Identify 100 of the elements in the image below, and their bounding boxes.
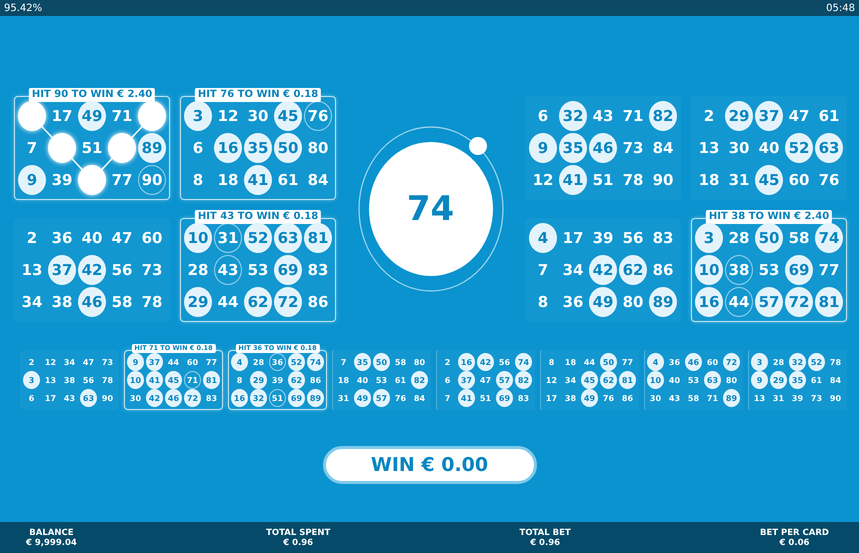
card-number: 43 [668, 392, 682, 404]
card-number: 78 [100, 374, 114, 386]
card-number: 58 [788, 228, 810, 249]
card-number: 60 [788, 170, 810, 191]
daubed-number: 9 [751, 371, 768, 389]
card-number: 73 [622, 138, 644, 159]
card-number: 61 [276, 170, 300, 191]
card-number: 51 [592, 170, 614, 191]
card-number: 2 [26, 228, 38, 249]
stat-value: € 9,999.04 [26, 538, 77, 548]
daubed-number: 72 [785, 287, 813, 317]
card-number: 86 [620, 392, 634, 404]
daubed-number: 50 [600, 353, 617, 371]
card-number: 40 [668, 374, 682, 386]
card-number: 7 [340, 356, 348, 368]
card-number: 78 [140, 292, 164, 313]
card-number: 39 [592, 228, 614, 249]
needed-number: 31 [214, 223, 242, 253]
card-number: 30 [648, 392, 662, 404]
card-number: 34 [564, 374, 578, 386]
daubed-number: 45 [581, 371, 598, 389]
daubed-number: 63 [274, 223, 302, 253]
card-number: 18 [698, 170, 720, 191]
card-number: 31 [772, 392, 786, 404]
card-number: 34 [562, 260, 584, 281]
card-number: 44 [216, 292, 240, 313]
card-number: 28 [728, 228, 750, 249]
card-number: 38 [564, 392, 578, 404]
daubed-number: 49 [78, 101, 106, 131]
daubed-number: 16 [214, 133, 242, 163]
card-number: 8 [236, 374, 244, 386]
card-number: 28 [772, 356, 786, 368]
daubed-number: 9 [529, 133, 557, 163]
card-number: 17 [544, 392, 558, 404]
daubed-number: 52 [808, 353, 825, 371]
needed-number: 71 [184, 371, 201, 389]
stat-label: TOTAL SPENT [266, 528, 330, 538]
card-number: 28 [186, 260, 210, 281]
daubed-number: 69 [785, 255, 813, 285]
daubed-number: 81 [304, 223, 332, 253]
daubed-number: 41 [146, 371, 163, 389]
daubed-number: 45 [274, 101, 302, 131]
card-number: 76 [394, 392, 408, 404]
card-number: 53 [686, 374, 700, 386]
daubed-number: 41 [244, 165, 272, 195]
stat-value: € 0.06 [780, 538, 810, 548]
card-number: 39 [50, 170, 74, 191]
called-ball: 74 [368, 142, 492, 276]
daubed-number: 9 [127, 353, 144, 371]
card-number: 77 [818, 260, 840, 281]
card-number: 78 [622, 170, 644, 191]
win-button[interactable]: WIN € 0.00 [322, 446, 536, 484]
daubed-number: 62 [288, 371, 305, 389]
card-number: 84 [652, 138, 674, 159]
daubed-number: 45 [165, 371, 182, 389]
card-number: 73 [810, 392, 824, 404]
card-number: 84 [306, 170, 330, 191]
card-number: 71 [706, 392, 720, 404]
card-number: 56 [82, 374, 96, 386]
card-number: 84 [828, 374, 842, 386]
daubed-number: 42 [477, 353, 494, 371]
daubed-number: 89 [307, 389, 324, 407]
card-number: 86 [308, 374, 322, 386]
daubed-number: 62 [619, 255, 647, 285]
needed-number: 36 [269, 353, 286, 371]
daubed-number: 16 [231, 389, 248, 407]
daubed-number: 57 [755, 287, 783, 317]
card-number: 58 [110, 292, 134, 313]
daubed-number: 49 [589, 287, 617, 317]
card-number: 7 [536, 260, 550, 281]
daubed-number: 29 [770, 371, 787, 389]
card-number: 40 [356, 374, 370, 386]
daubed-number: 72 [274, 287, 302, 317]
daubed-number: 49 [354, 389, 371, 407]
card-number: 12 [44, 356, 58, 368]
card-number: 12 [216, 106, 240, 127]
daubed-number: 81 [619, 371, 636, 389]
daubed-number: 10 [647, 371, 664, 389]
daubed-number: 46 [78, 287, 106, 317]
daubed-number: 42 [589, 255, 617, 285]
card-number: 47 [110, 228, 134, 249]
card-number: 61 [818, 106, 840, 127]
daubed-number: 37 [48, 255, 76, 285]
card-number: 2 [702, 106, 716, 127]
card-number: 31 [728, 170, 750, 191]
card-number: 43 [592, 106, 614, 127]
daubed-number: 82 [411, 371, 428, 389]
card-number: 6 [192, 138, 204, 159]
daubed-number: 3 [184, 101, 212, 131]
card-number: 30 [728, 138, 750, 159]
card-number: 90 [652, 170, 674, 191]
card-number: 38 [62, 374, 76, 386]
card-number: 13 [752, 392, 766, 404]
daubed-number: 10 [695, 255, 723, 285]
daubed-number: 89 [723, 389, 740, 407]
card-number: 53 [374, 374, 388, 386]
card-number: 13 [44, 374, 58, 386]
card-number: 83 [652, 228, 674, 249]
card-number: 36 [50, 228, 74, 249]
daubed-number: 57 [496, 371, 513, 389]
